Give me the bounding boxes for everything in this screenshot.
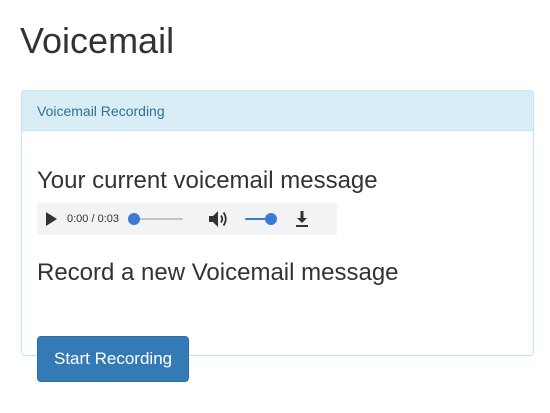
download-icon[interactable] [294, 209, 310, 229]
panel-heading: Voicemail Recording [22, 91, 533, 131]
seek-slider-thumb[interactable] [128, 213, 140, 225]
volume-slider-thumb[interactable] [265, 213, 277, 225]
play-icon[interactable] [46, 212, 57, 226]
current-message-heading: Your current voicemail message [37, 167, 378, 194]
panel-heading-label: Voicemail Recording [37, 102, 165, 119]
page: Voicemail Voicemail Recording Your curre… [0, 0, 550, 413]
seek-slider[interactable] [128, 213, 183, 225]
record-message-heading: Record a new Voicemail message [37, 259, 399, 286]
time-label: 0:00 / 0:03 [67, 213, 119, 225]
start-recording-button[interactable]: Start Recording [37, 336, 190, 382]
voicemail-panel: Voicemail Recording Your current voicema… [21, 90, 534, 382]
page-title: Voicemail [20, 20, 175, 61]
audio-player[interactable]: 0:00 / 0:03 [37, 203, 337, 235]
volume-slider[interactable] [245, 213, 277, 225]
volume-icon[interactable] [207, 209, 229, 229]
